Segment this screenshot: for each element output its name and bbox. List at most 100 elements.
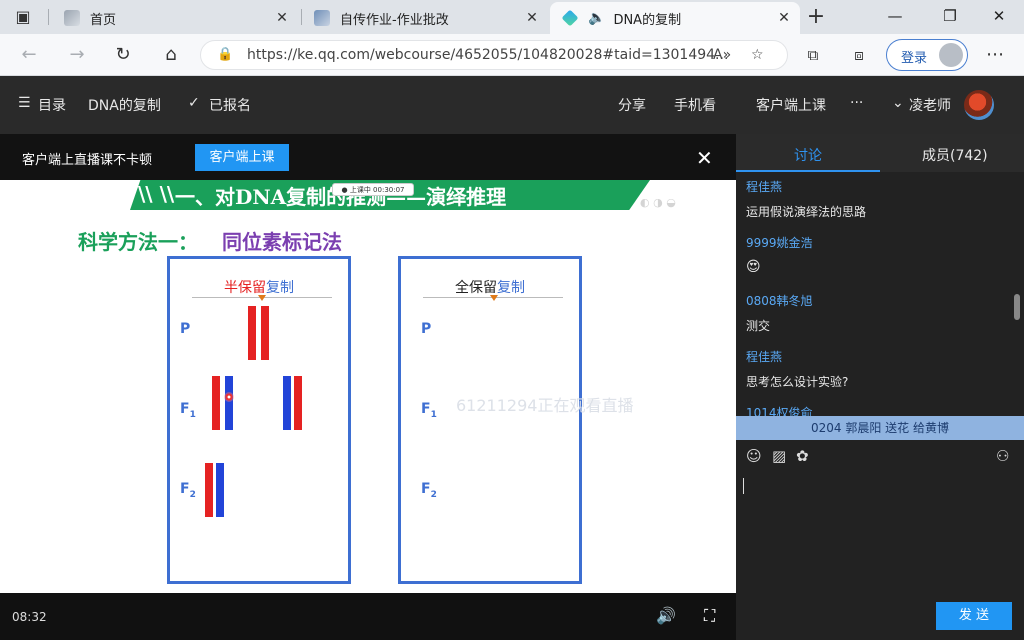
message-text: 运用假说演绎法的思路 [746,205,867,219]
home-icon[interactable]: ⌂ [158,42,184,68]
fullscreen-icon[interactable]: ⛶ [704,606,715,626]
semi-conservative-panel: 半保留复制 P F1 F2 [167,256,351,584]
course-header: ☰ 目录 DNA的复制 ✓ 已报名 分享 手机看 客户端上课 ··· ⌄ 凌老师 [0,76,1024,134]
page-icon [314,10,330,26]
pointer-icon [224,392,234,402]
message-author[interactable]: 9999姚金浩 [746,234,813,251]
dna-strand-red [205,463,213,517]
user-avatar[interactable] [964,90,994,120]
close-tab-icon[interactable]: ✕ [524,10,540,26]
faded-logo: ◐ ◑ ◒ [640,196,676,209]
read-aloud-icon[interactable]: A» [713,47,731,63]
volume-icon[interactable]: 🔊 [656,606,676,625]
tab-homework[interactable]: 自传作业-作业批改 ✕ [302,2,548,34]
tab-members[interactable]: 成员(742) [922,145,988,165]
more-options-icon[interactable]: ⋯ [982,42,1008,68]
favorite-star-icon[interactable]: ☆ [751,47,764,63]
close-tab-icon[interactable]: ✕ [274,10,290,26]
tab-dna-course[interactable]: 🔈 DNA的复制 ✕ [550,2,800,34]
menu-icon[interactable]: ☰ [18,95,31,111]
check-icon: ✓ [188,95,200,111]
more-menu-button[interactable]: ··· [850,95,863,111]
chat-input[interactable] [736,472,1024,592]
gen-letter: F [180,481,190,497]
back-icon[interactable]: ← [16,42,42,68]
tab-discussion[interactable]: 讨论 [794,145,822,165]
dna-strand-red [294,376,302,430]
chat-message: 程佳燕 思考怎么设计实验? [746,348,848,390]
watch-on-mobile-link[interactable]: 手机看 [674,95,716,115]
refresh-icon[interactable]: ↻ [110,42,136,68]
chat-message: 9999姚金浩 😍 [746,234,813,275]
message-list[interactable]: 程佳燕 运用假说演绎法的思路 9999姚金浩 😍 0808韩冬旭 测交 程佳燕 … [736,172,1012,430]
minimize-icon[interactable]: — [880,4,910,28]
url-field[interactable]: 🔒 https://ke.qq.com/webcourse/4652055/10… [200,40,788,70]
gift-notification: 0204 郭晨阳 送花 给黄博 [736,416,1024,440]
class-timer-badge: ● 上课中 00:30:07 [332,183,414,196]
share-link[interactable]: 分享 [618,95,646,115]
text-caret [743,478,744,494]
message-author[interactable]: 程佳燕 [746,178,866,195]
address-bar-row: ← → ↻ ⌂ 🔒 https://ke.qq.com/webcourse/46… [0,34,1024,76]
tab-label: DNA的复制 [613,12,682,28]
catalog-link[interactable]: 目录 [38,95,66,115]
promo-text: 客户端上直播课不卡顿 [22,153,153,168]
image-icon[interactable]: ▨ [772,447,786,465]
generation-p-label: P [421,321,432,337]
message-text: 思考怎么设计实验? [746,375,849,389]
tab-actions-icon[interactable]: ▣ [12,6,34,28]
close-tab-icon[interactable]: ✕ [776,10,792,26]
playback-time: 08:32 [12,610,47,624]
message-text: 测交 [746,319,771,333]
lecture-slide: \\ \\ 一、对DNA复制的推测——演绎推理 ● 上课中 00:30:07 ◐… [0,180,736,593]
tencent-class-icon [561,9,579,27]
emoji-icon[interactable]: ☺ [746,447,762,465]
message-emoji: 😍 [746,259,761,275]
client-promo-bar: 客户端上直播课不卡顿 客户端上课 ✕ [0,134,736,180]
message-author[interactable]: 0808韩冬旭 [746,292,813,309]
dna-strand-red [248,306,256,360]
teacher-name[interactable]: 凌老师 [909,95,951,115]
enrolled-label: 已报名 [209,98,251,114]
new-tab-button[interactable]: + [805,6,827,28]
gen-letter: F [421,481,431,497]
chat-toolbar: ☺ ▨ ✿ ⚇ [736,440,1024,472]
chat-scrollbar[interactable] [1014,294,1020,320]
generation-f2-label: F2 [421,481,437,500]
chat-message: 0808韩冬旭 测交 [746,292,813,334]
login-button[interactable]: 登录 [886,39,968,71]
restore-icon[interactable]: ❐ [935,4,965,28]
flower-icon[interactable]: ✿ [796,447,809,465]
dna-strand-blue [283,376,291,430]
banner-stripes: \\ \\ [138,182,175,206]
extensions-icon[interactable]: ⧈ [846,42,872,68]
generation-f1-label: F1 [421,401,437,420]
tab-home[interactable]: 首页 ✕ [52,2,298,34]
chat-tabs: 讨论 成员(742) [736,134,1024,172]
gen-subscript: 2 [430,489,437,500]
close-promo-icon[interactable]: ✕ [696,146,713,170]
dna-strand-red [261,306,269,360]
close-window-icon[interactable]: ✕ [984,4,1014,28]
send-button[interactable]: 发 送 [936,602,1012,630]
browser-tab-strip: ▣ 首页 ✕ 自传作业-作业批改 ✕ 🔈 DNA的复制 ✕ + — ❐ ✕ [0,0,1024,34]
lock-icon: 🔒 [217,47,234,62]
generation-f1-label: F1 [180,401,196,420]
cursor-marker-icon [490,295,498,301]
panel-title: 全保留复制 [401,277,579,297]
gen-letter: F [421,401,431,417]
message-author[interactable]: 程佳燕 [746,348,848,365]
panel-title-red: 半保留 [224,280,266,296]
login-label: 登录 [901,51,928,66]
chevron-down-icon[interactable]: ⌄ [892,95,904,111]
course-title: DNA的复制 [88,98,161,114]
collections-icon[interactable]: ⧉ [800,42,826,68]
forward-icon[interactable]: → [64,42,90,68]
cursor-marker-icon [258,295,266,301]
user-filter-icon[interactable]: ⚇ [996,447,1009,465]
speaker-icon[interactable]: 🔈 [588,10,605,26]
client-class-link[interactable]: 客户端上课 [756,95,826,115]
open-client-button[interactable]: 客户端上课 [195,144,289,171]
generation-p-label: P [180,321,191,337]
panel-title-blue: 复制 [266,280,294,296]
